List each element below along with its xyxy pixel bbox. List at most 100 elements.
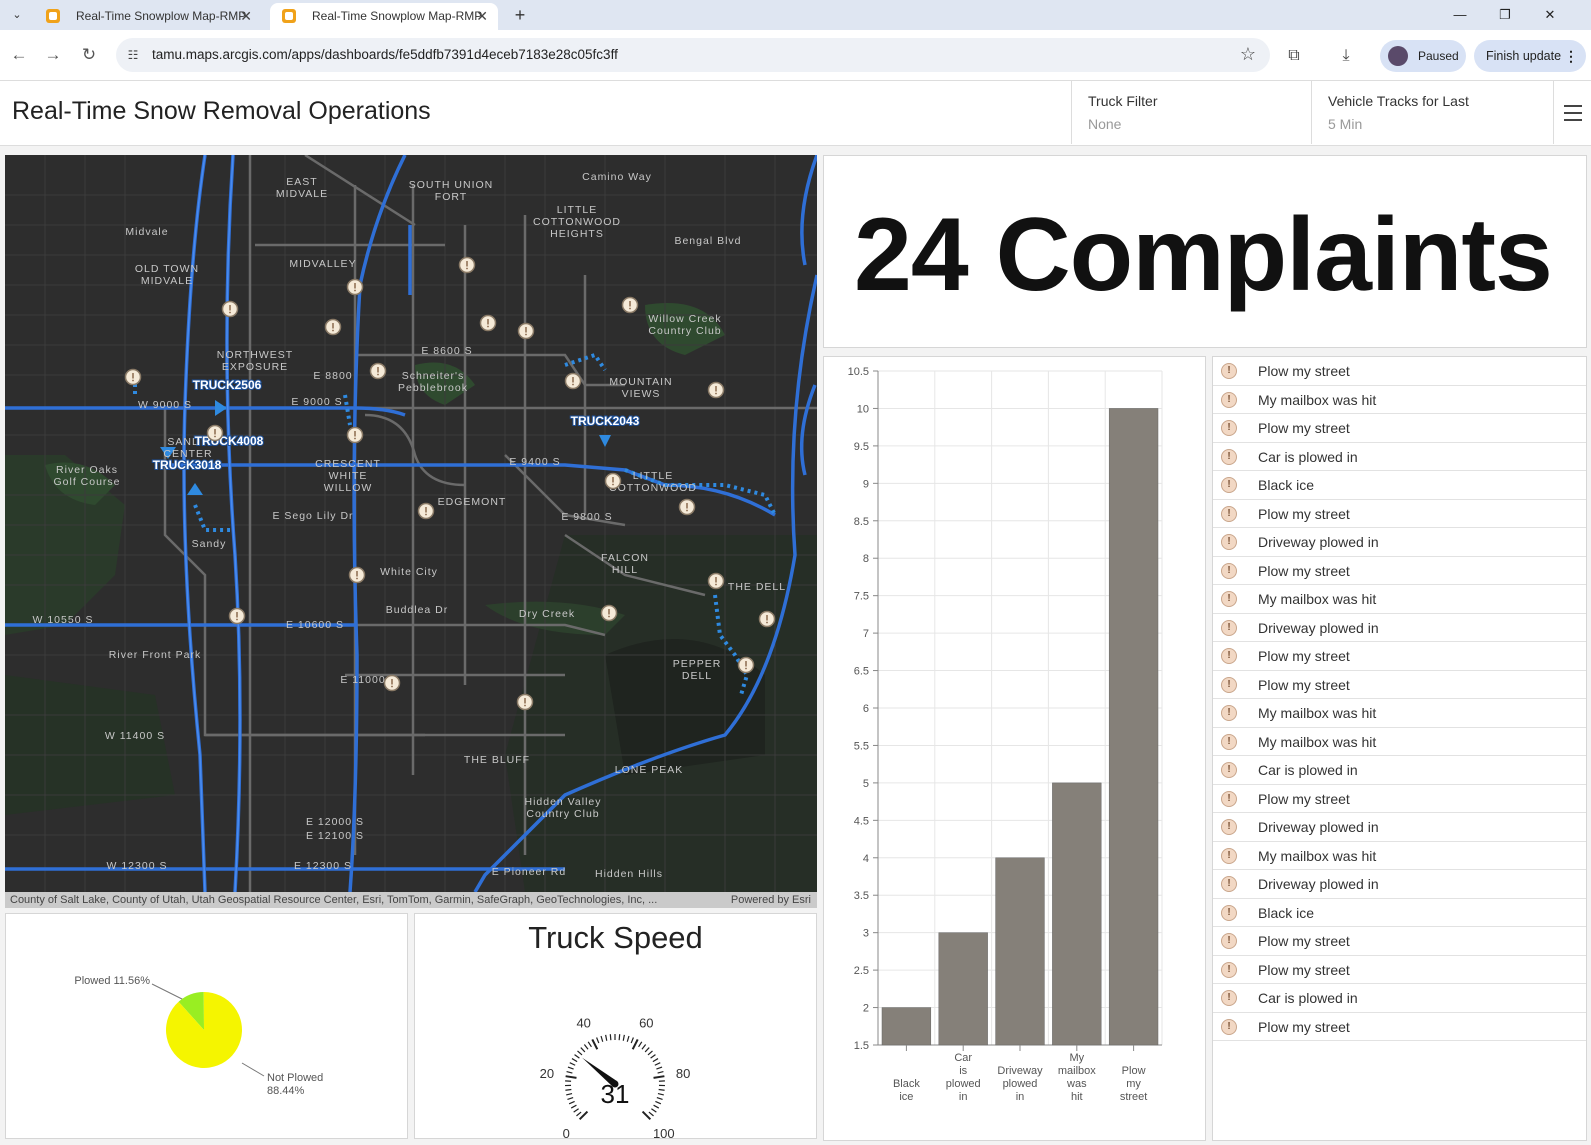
complaint-marker-icon[interactable] bbox=[739, 658, 754, 673]
complaint-marker-icon[interactable] bbox=[419, 504, 434, 519]
browser-tab[interactable]: Real-Time Snowplow Map-RMP ✕ bbox=[34, 3, 262, 30]
complaint-marker-icon[interactable] bbox=[460, 258, 475, 273]
truck-label[interactable]: TRUCK2506 bbox=[193, 378, 262, 392]
truck-filter-value[interactable]: None bbox=[1088, 116, 1295, 132]
vehicle-tracks-value[interactable]: 5 Min bbox=[1328, 116, 1537, 132]
list-item[interactable]: !Car is plowed in bbox=[1213, 756, 1586, 785]
list-item[interactable]: !Driveway plowed in bbox=[1213, 528, 1586, 557]
list-item[interactable]: !Black ice bbox=[1213, 899, 1586, 928]
map-place-label: LONE PEAK bbox=[615, 764, 684, 776]
browser-tab-active[interactable]: Real-Time Snowplow Map-RMP ✕ bbox=[270, 3, 498, 30]
new-tab-icon[interactable]: + bbox=[508, 3, 532, 27]
complaint-marker-icon[interactable] bbox=[709, 574, 724, 589]
list-item[interactable]: !My mailbox was hit bbox=[1213, 585, 1586, 614]
more-options-icon[interactable]: ⋮ bbox=[1564, 40, 1578, 72]
vehicle-tracks-selector[interactable]: Vehicle Tracks for Last 5 Min bbox=[1311, 81, 1553, 144]
close-tab-icon[interactable]: ✕ bbox=[240, 3, 252, 30]
list-item[interactable]: !Plow my street bbox=[1213, 557, 1586, 586]
list-item[interactable]: !Black ice bbox=[1213, 471, 1586, 500]
complaint-marker-icon[interactable] bbox=[709, 383, 724, 398]
truck-label[interactable]: TRUCK4008 bbox=[195, 434, 264, 448]
list-item[interactable]: !My mailbox was hit bbox=[1213, 842, 1586, 871]
minimize-icon[interactable]: — bbox=[1445, 5, 1475, 25]
address-bar[interactable]: ☷ tamu.maps.arcgis.com/apps/dashboards/f… bbox=[116, 38, 1270, 72]
complaint-marker-icon[interactable] bbox=[623, 298, 638, 313]
complaint-marker-icon[interactable] bbox=[208, 426, 223, 441]
list-item[interactable]: !My mailbox was hit bbox=[1213, 386, 1586, 415]
snowplow-map[interactable]: EASTMIDVALESOUTH UNIONFORTLITTLECOTTONWO… bbox=[5, 155, 817, 908]
complaint-marker-icon[interactable] bbox=[126, 370, 141, 385]
list-item[interactable]: !Car is plowed in bbox=[1213, 984, 1586, 1013]
list-item[interactable]: !Plow my street bbox=[1213, 671, 1586, 700]
y-tick-label: 8.5 bbox=[854, 516, 869, 528]
complaint-marker-icon[interactable] bbox=[760, 612, 775, 627]
pie-label-not-plowed: Not Plowed bbox=[267, 1072, 323, 1084]
list-item[interactable]: !Plow my street bbox=[1213, 956, 1586, 985]
tab-search-icon[interactable]: ⌄ bbox=[6, 5, 28, 25]
list-item-label: Driveway plowed in bbox=[1258, 813, 1379, 841]
list-item[interactable]: !Plow my street bbox=[1213, 1013, 1586, 1042]
bar-my-mailbox-was-hit[interactable] bbox=[1052, 783, 1101, 1045]
close-window-icon[interactable]: ✕ bbox=[1535, 5, 1565, 25]
profile-button[interactable]: Paused bbox=[1380, 40, 1466, 72]
complaint-marker-icon[interactable] bbox=[348, 428, 363, 443]
powered-by-esri[interactable]: Powered by Esri bbox=[731, 892, 811, 908]
forward-icon[interactable]: → bbox=[42, 44, 64, 66]
complaint-alert-icon: ! bbox=[1221, 962, 1237, 978]
complaint-marker-icon[interactable] bbox=[350, 568, 365, 583]
complaint-marker-icon[interactable] bbox=[606, 474, 621, 489]
url-text[interactable]: tamu.maps.arcgis.com/apps/dashboards/fe5… bbox=[152, 38, 618, 72]
bar-car-is-plowed-in[interactable] bbox=[939, 933, 988, 1045]
map-place-label: Pebblebrook bbox=[398, 382, 468, 394]
complaint-marker-icon[interactable] bbox=[518, 695, 533, 710]
complaint-marker-icon[interactable] bbox=[371, 364, 386, 379]
bar-black-ice[interactable] bbox=[882, 1008, 931, 1045]
list-item[interactable]: !Car is plowed in bbox=[1213, 443, 1586, 472]
map-place-label: E Pioneer Rd bbox=[492, 866, 566, 878]
complaint-marker-icon[interactable] bbox=[519, 324, 534, 339]
list-item[interactable]: !Plow my street bbox=[1213, 357, 1586, 386]
finish-update-button[interactable]: Finish update ⋮ bbox=[1474, 40, 1586, 72]
close-tab-icon[interactable]: ✕ bbox=[476, 3, 488, 30]
list-item[interactable]: !My mailbox was hit bbox=[1213, 728, 1586, 757]
pie-slice-not-plowed[interactable] bbox=[150, 976, 257, 1083]
complaint-marker-icon[interactable] bbox=[348, 280, 363, 295]
truck-filter-selector[interactable]: Truck Filter None bbox=[1071, 81, 1311, 144]
list-item[interactable]: !Plow my street bbox=[1213, 414, 1586, 443]
list-item[interactable]: !Driveway plowed in bbox=[1213, 813, 1586, 842]
gauge-tick bbox=[657, 1098, 663, 1100]
site-info-icon[interactable]: ☷ bbox=[124, 46, 142, 64]
menu-icon[interactable] bbox=[1553, 81, 1591, 144]
extensions-icon[interactable]: ⧉ bbox=[1283, 45, 1305, 67]
list-item[interactable]: !Driveway plowed in bbox=[1213, 614, 1586, 643]
download-icon[interactable]: ⤓ bbox=[1335, 45, 1357, 67]
complaint-marker-icon[interactable] bbox=[230, 609, 245, 624]
plowed-pie-chart[interactable]: Plowed 11.56% Not Plowed 88.44% bbox=[6, 914, 407, 1138]
complaint-marker-icon[interactable] bbox=[223, 302, 238, 317]
complaint-marker-icon[interactable] bbox=[566, 374, 581, 389]
map-canvas[interactable]: EASTMIDVALESOUTH UNIONFORTLITTLECOTTONWO… bbox=[5, 155, 817, 892]
list-item[interactable]: !Plow my street bbox=[1213, 927, 1586, 956]
truck-label[interactable]: TRUCK3018 bbox=[153, 458, 222, 472]
complaint-marker-icon[interactable] bbox=[481, 316, 496, 331]
map-place-label: EAST bbox=[286, 176, 317, 188]
complaint-marker-icon[interactable] bbox=[385, 676, 400, 691]
reload-icon[interactable]: ↻ bbox=[78, 44, 100, 66]
list-item[interactable]: !Plow my street bbox=[1213, 642, 1586, 671]
complaints-list[interactable]: !Plow my street!My mailbox was hit!Plow … bbox=[1212, 356, 1587, 1141]
complaints-bar-chart[interactable]: 1.522.533.544.555.566.577.588.599.51010.… bbox=[824, 357, 1205, 1140]
truck-label[interactable]: TRUCK2043 bbox=[571, 414, 640, 428]
complaint-marker-icon[interactable] bbox=[326, 320, 341, 335]
bookmark-star-icon[interactable]: ☆ bbox=[1240, 44, 1256, 65]
maximize-icon[interactable]: ❐ bbox=[1490, 5, 1520, 25]
complaint-marker-icon[interactable] bbox=[680, 500, 695, 515]
list-item[interactable]: !My mailbox was hit bbox=[1213, 699, 1586, 728]
bar-plow-my-street[interactable] bbox=[1109, 408, 1158, 1045]
back-icon[interactable]: ← bbox=[8, 44, 30, 66]
bar-driveway-plowed-in[interactable] bbox=[996, 858, 1045, 1045]
list-item[interactable]: !Driveway plowed in bbox=[1213, 870, 1586, 899]
list-item[interactable]: !Plow my street bbox=[1213, 500, 1586, 529]
list-item[interactable]: !Plow my street bbox=[1213, 785, 1586, 814]
complaint-marker-icon[interactable] bbox=[602, 606, 617, 621]
y-tick-label: 7 bbox=[863, 628, 869, 640]
